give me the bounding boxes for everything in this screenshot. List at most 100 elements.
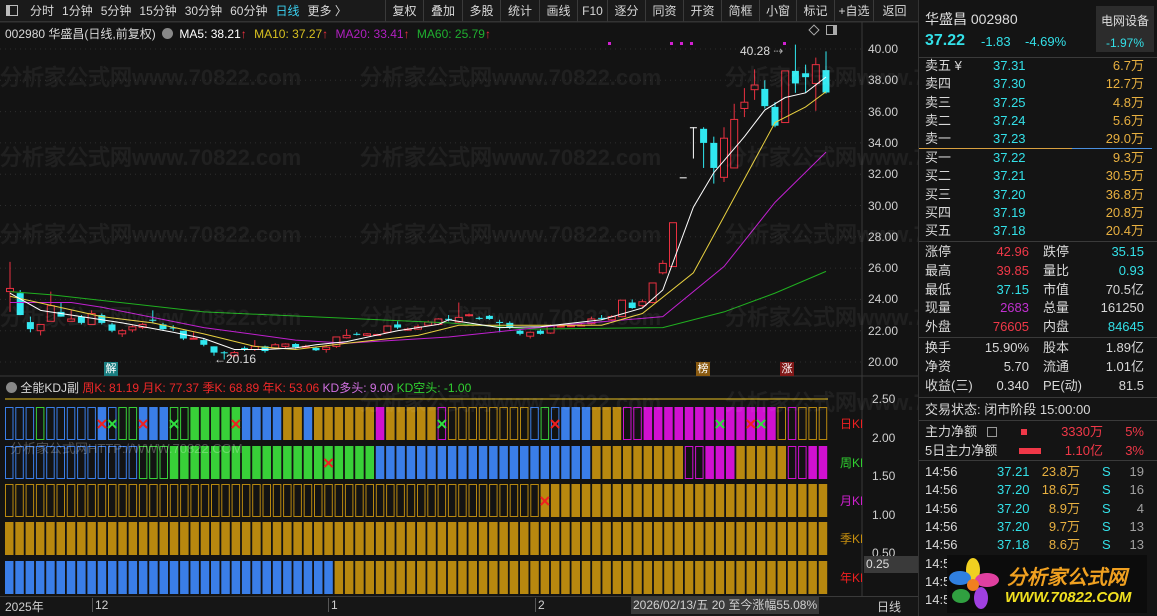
kd-state-bar: [520, 522, 529, 555]
kd-state-bar: [344, 561, 354, 594]
kd-state-bar: [561, 407, 570, 440]
dropdown-circle-icon[interactable]: [162, 28, 174, 39]
status-row: 交易状态: 闭市阶段 15:00:00: [919, 401, 1157, 419]
level-price: 37.21: [993, 168, 1026, 184]
kd-state-bar: [602, 522, 611, 555]
kd-state-bar: [66, 561, 76, 594]
kd-state-bar: [509, 407, 519, 440]
kd-state-bar: [736, 446, 745, 479]
stat-label: 净资: [925, 359, 952, 374]
kd-state-bar: [581, 446, 591, 479]
cursor-value-box: 0.25: [864, 556, 918, 573]
kd-state-bar: [746, 484, 756, 517]
kd-state-bar: [159, 484, 168, 517]
kd-state-bar: [612, 407, 622, 440]
stat-label: 跌停: [1043, 244, 1070, 259]
kd-state-bar: [334, 561, 344, 594]
kd-state-bar: [561, 561, 570, 594]
candle: [526, 331, 535, 339]
kd-state-bar: [684, 484, 694, 517]
layout-toggle-icon[interactable]: [826, 25, 837, 35]
week-k-value: 周K: 81.19: [82, 381, 140, 395]
level-volume: 30.5万: [1105, 168, 1144, 184]
flow-label: 5日主力净额: [925, 443, 998, 458]
kd-state-bar: [200, 446, 210, 479]
kdj-axis-label: 1.50: [872, 469, 896, 483]
kd-state-bar: [520, 446, 529, 479]
kd-state-bar: [437, 446, 447, 479]
candle: [648, 282, 657, 304]
trade-time: 14:56: [925, 464, 958, 479]
kd-state-bar: [581, 561, 591, 594]
trade-volume: 9.7万: [1048, 518, 1080, 534]
level-label: 买二: [925, 168, 952, 184]
candle: [658, 260, 667, 275]
kd-state-bar: [159, 407, 168, 440]
kd-state-bar: [252, 522, 261, 555]
period-label[interactable]: 日线: [877, 598, 901, 615]
bid-row: 买三 37.20 36.8万: [919, 186, 1157, 204]
list-icon[interactable]: [987, 427, 997, 437]
level-volume: 20.4万: [1105, 223, 1144, 239]
kd-state-bar: [798, 522, 807, 555]
event-badge-jie[interactable]: 解: [104, 362, 118, 376]
event-badge-zhang[interactable]: 涨: [780, 362, 794, 376]
kd-state-bar: [478, 446, 488, 479]
kd-state-bar: [726, 484, 735, 517]
signal-dot: [680, 42, 683, 45]
kd-state-bar: [46, 484, 55, 517]
sector-box[interactable]: 电网设备 -1.97%: [1096, 6, 1154, 52]
chart-header: 002980 华盛昌(日线,前复权) MA5: 38.21↑ MA10: 37.…: [5, 25, 491, 42]
kd-state-bar: [674, 522, 683, 555]
kd-state-bar: [623, 407, 632, 440]
kd-state-bar: [386, 522, 395, 555]
trade-volume: 8.9万: [1048, 500, 1080, 516]
stat-value: 15.90%: [984, 340, 1029, 355]
kd-state-bar: [386, 407, 395, 440]
kd-state-bar: [705, 407, 714, 440]
candle: [811, 57, 820, 111]
kd-state-bar: [509, 522, 519, 555]
candle: [465, 313, 473, 317]
event-badge-bang[interactable]: 榜: [696, 362, 710, 376]
kline-chart[interactable]: [0, 0, 918, 616]
kd-state-bar: [293, 446, 302, 479]
candle: [720, 127, 728, 183]
level-price: 37.18: [993, 223, 1026, 239]
kd-state-bar: [365, 407, 374, 440]
candle: [516, 329, 524, 336]
kd-state-bar: [77, 484, 86, 517]
stat-value: 70.5亿: [1105, 281, 1144, 297]
stat-value: 2683: [1000, 300, 1029, 316]
kd-state-bar: [643, 407, 653, 440]
kd-state-bar: [499, 407, 508, 440]
level-label: 买四: [925, 204, 952, 220]
kd-state-bar: [344, 446, 354, 479]
candle: [46, 291, 55, 322]
candle: [454, 302, 463, 323]
level-label: 卖四: [925, 76, 952, 92]
kd-state-bar: [128, 561, 138, 594]
month-k-value: 月K: 77.37: [142, 381, 200, 395]
kd-state-bar: [25, 522, 35, 555]
kd-state-bar: [478, 484, 488, 517]
kd-state-bar: [241, 484, 251, 517]
kd-state-bar: [365, 446, 374, 479]
stat-value: 0.340: [996, 378, 1029, 393]
indicator-name: 全能KDJ副: [20, 381, 80, 395]
kd-state-bar: [612, 484, 622, 517]
kd-state-bar: [25, 561, 35, 594]
kd-state-bar: [447, 446, 457, 479]
kd-state-bar: [736, 561, 745, 594]
time-label: 1: [328, 598, 338, 612]
kd-row-label: 日KD: [840, 417, 862, 431]
candle: [700, 127, 708, 168]
flow-value: 3330万: [1061, 424, 1103, 439]
kd-state-bar: [35, 522, 45, 555]
kd-state-bar: [777, 561, 786, 594]
kd-state-bar: [406, 446, 416, 479]
dropdown-circle-icon[interactable]: [6, 382, 17, 393]
cross-mark-icon: [550, 419, 560, 429]
candle: [353, 332, 361, 336]
kd-state-bar: [736, 484, 745, 517]
